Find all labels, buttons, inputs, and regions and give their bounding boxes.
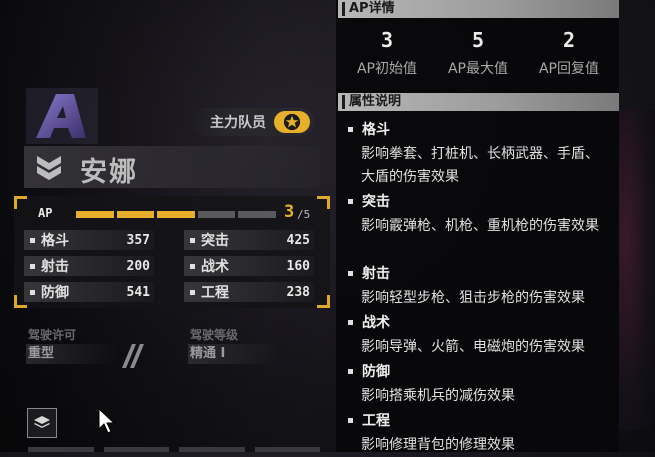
attr-name: 防御: [362, 364, 390, 380]
attr-desc: 影响拳套、打桩机、长柄武器、手盾、大盾的伤害效果: [361, 146, 599, 185]
license-label: 驾驶许可: [28, 328, 77, 342]
star-icon: [274, 111, 310, 133]
bottom-tab[interactable]: [254, 447, 320, 452]
ap-initial: 3 AP初始值: [352, 28, 422, 78]
attr-name: 突击: [362, 194, 390, 210]
character-name: 安娜: [80, 157, 138, 188]
attr-name: 战术: [362, 315, 390, 331]
stat-name: 突击: [201, 233, 229, 249]
level-value: 精通 I: [188, 344, 280, 364]
ap-initial-value: 3: [380, 28, 394, 52]
attr-item-shooting: 射击 影响轻型步枪、狙击步枪的伤害效果: [348, 263, 618, 310]
ap-segment: [116, 211, 155, 218]
attr-name: 格斗: [362, 122, 390, 138]
stats-panel: AP 3 /5 格斗 357 突击 425 射击 200 战术 160 防御 541 工程…: [14, 196, 330, 308]
ap-segment: [157, 211, 195, 218]
ap-maximum: 5 AP最大值: [443, 28, 513, 78]
stat-engineering: 工程 238: [184, 282, 314, 302]
rank-a-emblem: [26, 88, 98, 144]
stat-value: 357: [126, 232, 150, 248]
layers-button[interactable]: [27, 408, 57, 438]
bottom-tab[interactable]: [103, 447, 169, 452]
stat-value: 425: [286, 232, 310, 248]
license-value: 重型: [26, 344, 118, 364]
attr-desc-header: 属性说明: [338, 93, 619, 111]
ap-current: 3: [284, 202, 295, 222]
ap-details-header: AP详情: [338, 0, 619, 18]
character-art: [619, 110, 655, 430]
bottom-tab[interactable]: [28, 447, 94, 452]
stat-name: 射击: [41, 259, 69, 275]
ap-max: /5: [297, 208, 311, 221]
attr-item-assault: 突击 影响霰弹枪、机枪、重机枪的伤害效果: [348, 191, 618, 238]
bottom-tabs: [28, 447, 320, 452]
ap-segment: [238, 211, 276, 218]
attr-item-engineering: 工程 影响修理背包的修理效果: [348, 410, 618, 457]
stat-name: 防御: [41, 285, 69, 301]
stat-name: 战术: [201, 259, 229, 275]
attr-desc: 影响修理背包的修理效果: [361, 437, 515, 453]
cursor-icon: [98, 408, 116, 434]
attr-item-tactics: 战术 影响导弹、火箭、电磁炮的伤害效果: [348, 312, 618, 359]
attr-desc-title: 属性说明: [349, 94, 402, 109]
ap-initial-label: AP初始值: [356, 61, 418, 77]
stat-value: 541: [126, 284, 150, 300]
ap-recovery-label: AP回复值: [538, 61, 600, 77]
ap-bar: [76, 211, 276, 218]
ap-label: AP: [38, 206, 53, 220]
ap-maximum-label: AP最大值: [447, 61, 509, 77]
role-badge-label: 主力队员: [210, 115, 266, 131]
stat-name: 格斗: [41, 233, 69, 249]
stat-value: 160: [286, 258, 310, 274]
bottom-tab[interactable]: [179, 447, 245, 452]
stat-value: 200: [126, 258, 150, 274]
chevron-rank-icon: [37, 156, 61, 180]
ap-segment: [76, 211, 114, 218]
character-name-row: 安娜: [24, 146, 320, 188]
stat-value: 238: [286, 284, 310, 300]
ap-details-title: AP详情: [349, 1, 395, 16]
stat-tactics: 战术 160: [184, 256, 314, 276]
stat-defense: 防御 541: [24, 282, 154, 302]
layers-icon: [34, 416, 50, 428]
ap-segment: [197, 211, 236, 218]
ap-recovery-value: 2: [562, 28, 576, 52]
attr-desc: 影响搭乘机兵的减伤效果: [361, 388, 515, 404]
level-label: 驾驶等级: [190, 328, 239, 342]
attr-item-defense: 防御 影响搭乘机兵的减伤效果: [348, 361, 618, 408]
stat-assault: 突击 425: [184, 230, 314, 250]
attr-name: 工程: [362, 413, 390, 429]
attr-item-melee: 格斗 影响拳套、打桩机、长柄武器、手盾、大盾的伤害效果: [348, 119, 618, 189]
ap-maximum-value: 5: [471, 28, 485, 52]
stat-shooting: 射击 200: [24, 256, 154, 276]
attr-name: 射击: [362, 266, 390, 282]
stat-name: 工程: [201, 285, 229, 301]
stat-melee: 格斗 357: [24, 230, 154, 250]
attr-desc: 影响轻型步枪、狙击步枪的伤害效果: [361, 290, 585, 306]
attr-desc: 影响导弹、火箭、电磁炮的伤害效果: [361, 339, 585, 355]
attr-desc: 影响霰弹枪、机枪、重机枪的伤害效果: [361, 218, 599, 234]
stripes-icon: [122, 344, 144, 368]
ap-recovery: 2 AP回复值: [534, 28, 604, 78]
role-badge: 主力队员: [190, 108, 314, 136]
